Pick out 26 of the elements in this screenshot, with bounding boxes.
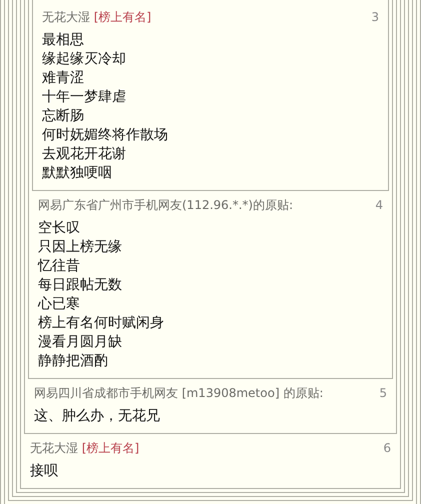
comment-line: 最相思: [42, 31, 84, 50]
comment-line: 这、肿么办，无花兄: [34, 407, 160, 426]
floor-number: 6: [383, 441, 391, 455]
comment-line: 十年一梦肆虐: [42, 88, 126, 107]
comment-line: 去观花开花谢: [42, 145, 126, 164]
comment-line: 只因上榜无缘: [38, 238, 122, 257]
comment-author: 无花大湿 [榜上有名]: [30, 440, 140, 457]
comment-line: 忆往昔: [38, 257, 80, 276]
comment-line: 忘断肠: [42, 107, 84, 126]
comment-line: 接呗: [30, 462, 58, 481]
comment-author: 网易广东省广州市手机网友(112.96.*.*)的原贴:: [38, 197, 294, 214]
comment-line: 漫看月圆月缺: [38, 333, 122, 352]
comment-line: 难青涩: [42, 69, 84, 88]
comment-line: 每日跟帖无数: [38, 276, 122, 295]
comment-line: 默默独哽咽: [42, 164, 112, 183]
floor-number: 5: [379, 386, 387, 400]
comment-line: 缘起缘灭冷却: [42, 50, 126, 69]
comment-author: 网易四川省成都市手机网友 [m13908metoo] 的原贴:: [34, 385, 324, 402]
floor-number: 4: [375, 198, 383, 212]
comment-line: 静静把酒酌: [38, 352, 108, 371]
comment-line: 心已寒: [38, 295, 80, 314]
comment-line: 何时妩媚终将作散场: [42, 126, 168, 145]
comment-author: 无花大湿 [榜上有名]: [42, 9, 152, 26]
comment-line: 榜上有名何时赋闲身: [38, 314, 164, 333]
floor-number: 3: [371, 10, 379, 24]
comment-line: 空长叹: [38, 219, 80, 238]
